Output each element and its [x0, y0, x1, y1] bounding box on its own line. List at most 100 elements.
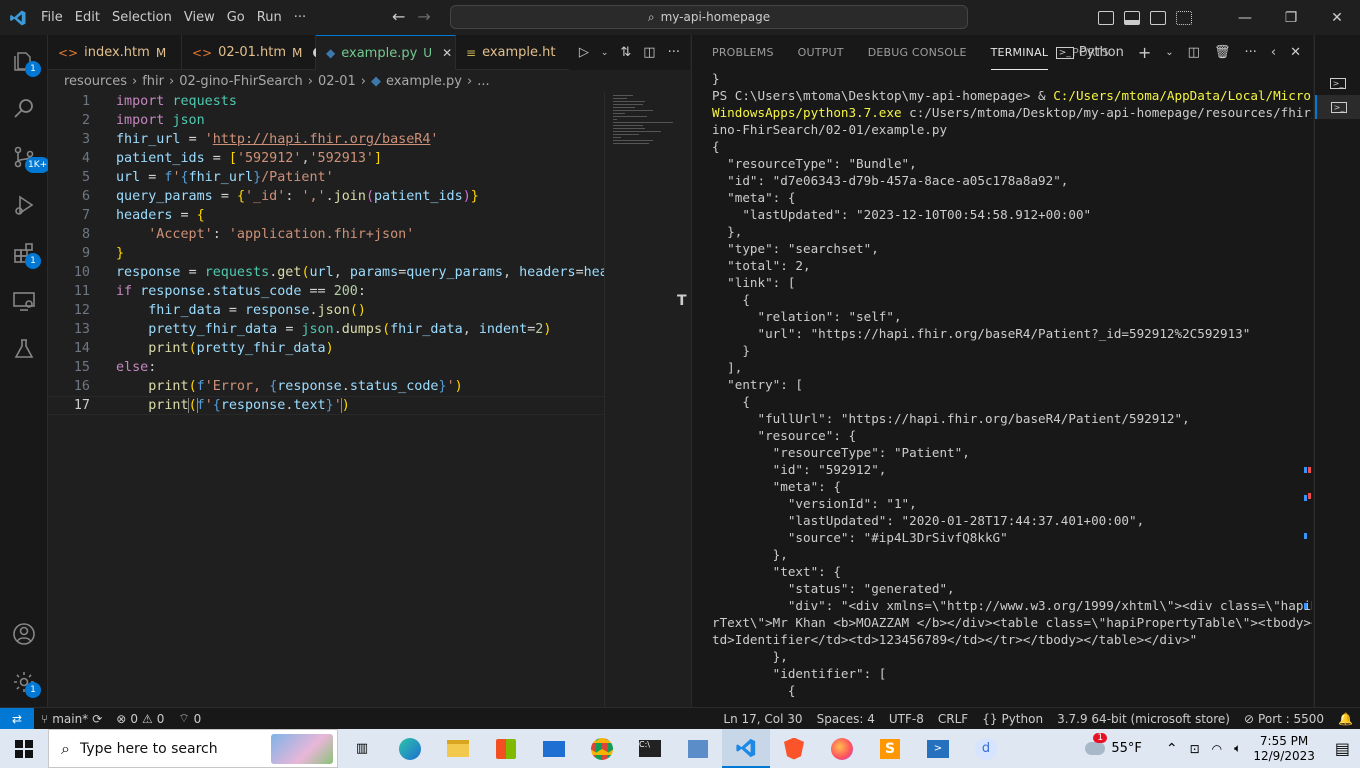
taskbar-search-box[interactable]: ⌕ Type here to search: [48, 729, 338, 768]
wifi-icon[interactable]: ◠: [1212, 742, 1222, 756]
compare-changes-icon[interactable]: ⇅: [620, 45, 631, 60]
edge-browser-icon[interactable]: [386, 729, 434, 768]
sash-handle-icon[interactable]: T: [677, 293, 687, 309]
notification-center-icon[interactable]: ▤: [1335, 739, 1350, 758]
tab-example-py[interactable]: ◆ example.py U ✕: [316, 35, 456, 70]
code-line[interactable]: 14 print(pretty_fhir_data): [48, 339, 604, 358]
explorer-icon[interactable]: 1: [0, 37, 48, 85]
terminal-instance-icon[interactable]: >_: [1315, 71, 1360, 95]
close-window-button[interactable]: ✕: [1314, 0, 1360, 35]
chevron-down-icon[interactable]: ⌄: [1165, 47, 1173, 58]
new-terminal-icon[interactable]: +: [1138, 43, 1151, 62]
customize-layout-icon[interactable]: [1176, 10, 1192, 25]
code-editor[interactable]: 1 import requests 2 import json 3 fhir_url …: [48, 92, 604, 707]
code-line[interactable]: 7 headers = {: [48, 206, 604, 225]
firefox-icon[interactable]: [818, 729, 866, 768]
close-panel-icon[interactable]: ✕: [1290, 45, 1301, 60]
terminal-app-icon[interactable]: C:\: [626, 729, 674, 768]
split-terminal-icon[interactable]: ◫: [1188, 45, 1200, 60]
tab-index-htm[interactable]: <> index.htm M: [48, 35, 182, 70]
code-line[interactable]: 9}: [48, 244, 604, 263]
run-python-file-icon[interactable]: ▷: [579, 45, 589, 60]
split-editor-icon[interactable]: ◫: [643, 45, 655, 60]
run-debug-icon[interactable]: [0, 181, 48, 229]
menu-selection[interactable]: Selection: [106, 0, 178, 35]
python-interpreter[interactable]: 3.7.9 64-bit (microsoft store): [1050, 712, 1237, 726]
code-line[interactable]: 10 response = requests.get(url, params=qu…: [48, 263, 604, 282]
more-actions-icon[interactable]: ···: [668, 45, 680, 60]
breadcrumb-item[interactable]: resources: [64, 74, 127, 89]
code-line[interactable]: 4 patient_ids = ['592912','592913']: [48, 149, 604, 168]
code-line[interactable]: 13 pretty_fhir_data = json.dumps(fhir_da…: [48, 320, 604, 339]
microsoft-store-icon[interactable]: [482, 729, 530, 768]
breadcrumb-item[interactable]: 02-gino-FhirSearch: [179, 74, 303, 89]
problems-indicator[interactable]: ⊗ 0 ⚠ 0: [109, 712, 171, 726]
meet-now-icon[interactable]: ⊡: [1190, 742, 1200, 756]
tab-terminal[interactable]: TERMINAL: [990, 35, 1049, 70]
code-line[interactable]: 3 fhir_url = 'http://hapi.fhir.org/baseR4…: [48, 130, 604, 149]
indentation[interactable]: Spaces: 4: [810, 712, 882, 726]
volume-icon[interactable]: 🔈︎: [1234, 741, 1241, 756]
command-center[interactable]: ⌕ my-api-homepage: [450, 5, 968, 29]
breadcrumb-item[interactable]: ...: [477, 74, 489, 89]
language-mode[interactable]: {} Python: [975, 712, 1050, 726]
end-of-line[interactable]: CRLF: [931, 712, 975, 726]
brave-browser-icon[interactable]: [770, 729, 818, 768]
chevron-left-icon[interactable]: ‹: [1271, 45, 1276, 60]
minimize-button[interactable]: —: [1222, 0, 1268, 35]
back-arrow-icon[interactable]: ←: [392, 7, 405, 26]
vscode-taskbar-icon[interactable]: [722, 729, 770, 768]
manage-gear-icon[interactable]: 1: [0, 658, 48, 706]
tab-debug-console[interactable]: DEBUG CONSOLE: [868, 35, 967, 70]
windows-start-icon[interactable]: [0, 729, 48, 768]
search-icon[interactable]: [0, 85, 48, 133]
menu-go[interactable]: Go: [221, 0, 251, 35]
forward-arrow-icon[interactable]: →: [417, 7, 430, 26]
weather-widget[interactable]: 1 55°F: [1085, 733, 1142, 756]
code-line[interactable]: 5 url = f'{fhir_url}/Patient': [48, 168, 604, 187]
code-line[interactable]: 2 import json: [48, 111, 604, 130]
code-line[interactable]: 16 print(f'Error, {response.status_code}…: [48, 377, 604, 396]
toggle-secondary-sidebar-icon[interactable]: [1150, 10, 1166, 25]
toggle-panel-icon[interactable]: [1124, 10, 1140, 25]
source-control-icon[interactable]: 1K+: [0, 133, 51, 181]
close-tab-icon[interactable]: ✕: [442, 46, 452, 60]
terminal-instance-active-icon[interactable]: >_: [1315, 95, 1360, 119]
tab-example-http[interactable]: ≡ example.http: [456, 35, 556, 70]
mail-icon[interactable]: [530, 729, 578, 768]
notifications-bell-icon[interactable]: 🔔: [1331, 712, 1360, 726]
cursor-position[interactable]: Ln 17, Col 30: [716, 712, 809, 726]
code-line[interactable]: 15 else:: [48, 358, 604, 377]
git-branch[interactable]: ⑂ main* ⟳: [34, 712, 109, 726]
menu-file[interactable]: File: [35, 0, 69, 35]
code-line[interactable]: 6 query_params = {'_id': ','.join(patient…: [48, 187, 604, 206]
menu-more[interactable]: ···: [288, 0, 312, 35]
terminal-profile-button[interactable]: >_ Python: [1055, 45, 1124, 60]
kill-terminal-icon[interactable]: 🗑: [1214, 45, 1231, 60]
encoding[interactable]: UTF-8: [882, 712, 931, 726]
toggle-primary-sidebar-icon[interactable]: [1098, 10, 1114, 25]
file-explorer-icon[interactable]: [434, 729, 482, 768]
powershell-icon[interactable]: >: [914, 729, 962, 768]
clock[interactable]: 7:55 PM 12/9/2023: [1253, 734, 1315, 764]
sublime-text-icon[interactable]: S: [866, 729, 914, 768]
code-line[interactable]: 12 fhir_data = response.json(): [48, 301, 604, 320]
chevron-down-icon[interactable]: ⌄: [601, 48, 609, 58]
code-line[interactable]: 1 import requests: [48, 92, 604, 111]
breadcrumb-item[interactable]: example.py: [386, 74, 462, 89]
menu-view[interactable]: View: [178, 0, 221, 35]
menu-run[interactable]: Run: [251, 0, 288, 35]
tab-output[interactable]: OUTPUT: [798, 35, 844, 70]
extensions-icon[interactable]: 1: [0, 229, 48, 277]
task-view-icon[interactable]: ▥: [338, 729, 386, 768]
code-line[interactable]: 8 'Accept': 'application.fhir+json': [48, 225, 604, 244]
tab-02-01-htm[interactable]: <> 02-01.htm M ●: [182, 35, 324, 70]
more-actions-icon[interactable]: ···: [1244, 45, 1256, 60]
control-panel-icon[interactable]: [674, 729, 722, 768]
remote-indicator-icon[interactable]: ⇄: [0, 707, 34, 730]
tab-problems[interactable]: PROBLEMS: [712, 35, 774, 70]
remote-explorer-icon[interactable]: [0, 277, 48, 325]
minimap[interactable]: [604, 92, 690, 707]
code-line[interactable]: 17 print(f'{response.text}'): [48, 396, 604, 415]
chrome-icon[interactable]: [578, 729, 626, 768]
